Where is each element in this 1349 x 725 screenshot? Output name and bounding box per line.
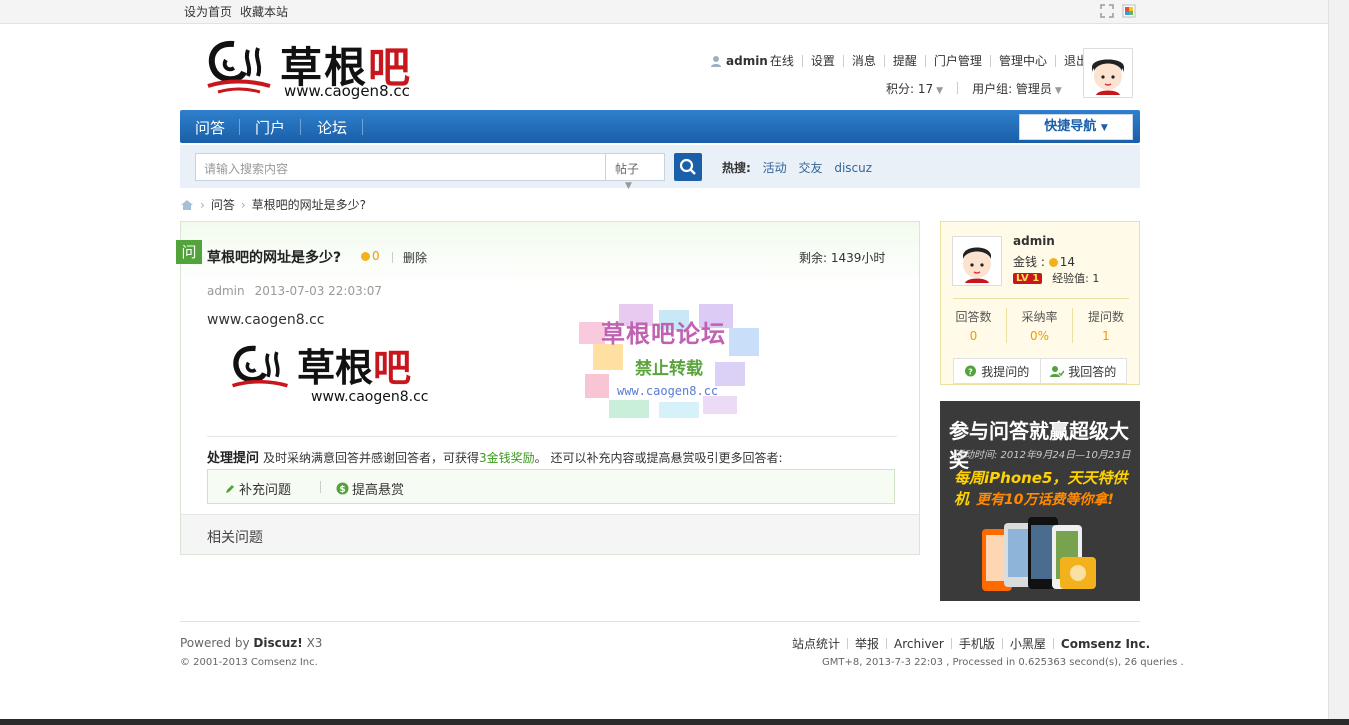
- hot-search-item[interactable]: discuz: [834, 161, 872, 175]
- search-input[interactable]: 请输入搜索内容: [195, 153, 606, 181]
- money-stat: 金钱 : 14: [1013, 255, 1075, 269]
- time-remaining: 剩余: 1439小时: [799, 251, 886, 265]
- question-reward: 0: [361, 249, 380, 263]
- logo-url: www.caogen8.cc: [284, 82, 410, 100]
- username-link[interactable]: admin: [726, 54, 768, 68]
- question-bubble-icon: ?: [965, 365, 977, 376]
- user-answer-icon: [1050, 365, 1065, 377]
- quick-nav-button[interactable]: 快捷导航 ▼: [1019, 114, 1133, 140]
- style-switch-icon[interactable]: [1122, 4, 1136, 18]
- user-nav: admin 在线 设置 消息 提醒 门户管理 管理中心 退出: [710, 52, 1088, 69]
- header-avatar[interactable]: [1083, 48, 1133, 98]
- breadcrumb-current: 草根吧的网址是多少?: [251, 198, 367, 212]
- scrollbar[interactable]: [1328, 0, 1349, 725]
- search-type-select[interactable]: 帖子▼: [605, 153, 665, 191]
- main-nav: 问答 门户 论坛: [180, 110, 1140, 143]
- footer-mobile-link[interactable]: 手机版: [959, 635, 995, 652]
- watermark-image: 草根吧论坛 禁止转载 www.caogen8.cc: [579, 304, 769, 420]
- breadcrumb-qa[interactable]: 问答: [211, 196, 235, 213]
- phones-image: [982, 517, 1096, 591]
- stat-accept-rate: 采纳率 0%: [1007, 308, 1073, 343]
- sidebar-username[interactable]: admin: [1013, 234, 1055, 248]
- nav-qa[interactable]: 问答: [195, 117, 225, 138]
- user-buttons: ? 我提问的 我回答的: [953, 358, 1127, 384]
- pencil-icon: [226, 484, 234, 493]
- footer-nav: 站点统计 举报 Archiver 手机版 小黑屋 Comsenz Inc.: [792, 635, 1150, 652]
- messages-link[interactable]: 消息: [852, 52, 876, 69]
- related-title: 相关问题: [207, 530, 263, 546]
- money-icon: $: [336, 482, 349, 495]
- stat-answers: 回答数 0: [941, 308, 1007, 343]
- delete-link[interactable]: 删除: [403, 249, 427, 266]
- top-toolbar: 设为首页 收藏本站: [0, 0, 1349, 24]
- footer-report-link[interactable]: 举报: [855, 635, 879, 652]
- svg-text:?: ?: [968, 367, 973, 376]
- copyright: © 2001-2013 Comsenz Inc.: [180, 657, 318, 668]
- footer-archiver-link[interactable]: Archiver: [894, 637, 944, 651]
- points-dropdown[interactable]: 积分: 17 ▼: [886, 80, 943, 97]
- breadcrumb: › 问答 › 草根吧的网址是多少?: [180, 196, 366, 213]
- footer-blackroom-link[interactable]: 小黑屋: [1010, 635, 1046, 652]
- nav-forum[interactable]: 论坛: [317, 117, 347, 138]
- question-actions: 补充问题 $ 提高悬赏: [207, 469, 895, 504]
- avatar-icon: [1091, 59, 1125, 95]
- logo-mark-icon: [231, 345, 288, 388]
- question-badge: 问: [176, 240, 202, 264]
- search-button[interactable]: [674, 153, 702, 181]
- hot-searches: 热搜: 活动 交友 discuz: [722, 161, 873, 175]
- nav-portal[interactable]: 门户: [255, 117, 285, 138]
- window-bottom-edge: [0, 719, 1349, 725]
- promo-banner[interactable]: 参与问答就赢超级大奖 活动时间: 2012年9月24日—10月23日 每周iPh…: [940, 401, 1140, 601]
- powered-by: Powered by Discuz! X3: [180, 636, 323, 650]
- set-homepage-link[interactable]: 设为首页: [184, 5, 232, 19]
- coin-icon: [1048, 258, 1058, 267]
- my-answers-button[interactable]: 我回答的: [1041, 359, 1127, 383]
- search-icon: [679, 158, 696, 175]
- my-questions-button[interactable]: ? 我提问的: [954, 359, 1041, 383]
- hot-search-item[interactable]: 交友: [798, 161, 822, 175]
- question-meta: admin 2013-07-03 22:03:07: [207, 284, 392, 298]
- user-stats: 回答数 0 采纳率 0% 提问数 1: [941, 308, 1139, 343]
- portal-admin-link[interactable]: 门户管理: [934, 52, 982, 69]
- site-logo[interactable]: 草根吧 www.caogen8.cc: [204, 34, 434, 104]
- hot-search-item[interactable]: 活动: [763, 161, 787, 175]
- user-icon: [711, 55, 721, 67]
- question-panel: 问 草根吧的网址是多少? 0 删除 剩余: 1439小时 admin 2013-0…: [176, 221, 920, 555]
- user-card: admin 金钱 : 14 LV 1 经验值: 1 回答数 0 采纳率 0% 提问数 1…: [940, 221, 1140, 385]
- processing-info: GMT+8, 2013-7-3 22:03 , Processed in 0.6…: [822, 657, 1184, 668]
- user-meta: 积分: 17 ▼ 用户组: 管理员 ▼: [886, 80, 1062, 97]
- footer-stats-link[interactable]: 站点统计: [792, 635, 840, 652]
- level-info: LV 1 经验值: 1: [1013, 270, 1099, 286]
- svg-text:$: $: [339, 485, 345, 495]
- question-body: www.caogen8.cc: [207, 312, 325, 328]
- coin-icon: [361, 252, 370, 261]
- stat-questions: 提问数 1: [1087, 310, 1124, 343]
- question-title: 草根吧的网址是多少?: [207, 250, 342, 266]
- admin-center-link[interactable]: 管理中心: [999, 52, 1047, 69]
- question-date: 2013-07-03 22:03:07: [254, 284, 383, 298]
- fullscreen-icon[interactable]: [1100, 4, 1114, 18]
- avatar-icon: [963, 247, 991, 283]
- online-status: 在线: [769, 54, 794, 68]
- home-icon[interactable]: [180, 199, 194, 211]
- raise-reward-button[interactable]: $ 提高悬赏: [336, 479, 404, 498]
- usergroup-dropdown[interactable]: 用户组: 管理员 ▼: [972, 80, 1062, 97]
- bookmark-link[interactable]: 收藏本站: [240, 5, 288, 19]
- settings-link[interactable]: 设置: [811, 52, 835, 69]
- notifications-link[interactable]: 提醒: [893, 52, 917, 69]
- footer-company-link[interactable]: Comsenz Inc.: [1061, 637, 1150, 651]
- handle-question-tip: 处理提问 及时采纳满意回答并感谢回答者，可获得3金钱奖励。 还可以补充内容或提高悬…: [207, 451, 783, 466]
- question-author[interactable]: admin: [207, 284, 245, 298]
- user-avatar[interactable]: [952, 236, 1002, 286]
- related-questions: 相关问题: [181, 514, 919, 554]
- discuz-link[interactable]: Discuz!: [253, 636, 302, 650]
- logo-mark-icon: [207, 40, 271, 94]
- add-question-button[interactable]: 补充问题: [224, 479, 291, 498]
- question-image: 草根吧 www.caogen8.cc: [229, 335, 469, 415]
